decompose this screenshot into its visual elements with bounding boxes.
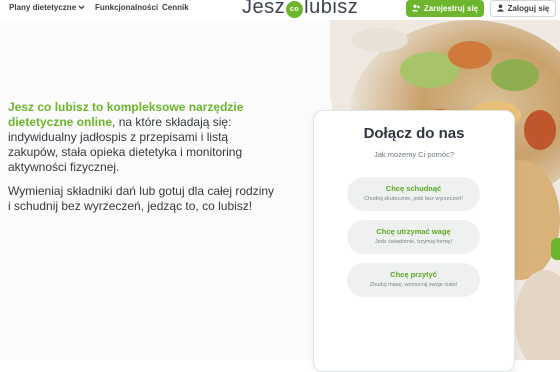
option-description: Chudnij skutecznie, jedz bez wyrzeczeń!	[364, 196, 463, 202]
nav-item-diet-plans[interactable]: Plany dietetyczne	[9, 3, 85, 12]
card-title: Dołącz do nas	[363, 125, 465, 142]
card-subtitle: Jak możemy Ci pomóc?	[373, 150, 455, 159]
option-title: Chcę utrzymać wagę	[376, 227, 451, 236]
join-card: Dołącz do nas Jak możemy Ci pomóc? Chcę …	[313, 110, 515, 372]
register-button-label: Zarejestruj się	[423, 4, 479, 13]
nav-item-features[interactable]: Funkcjonalności	[95, 3, 158, 12]
option-description: Jedz świadomie, trzymaj formę!	[374, 239, 453, 245]
nav-item-pricing[interactable]: Cennik	[162, 3, 189, 12]
option-gain-weight[interactable]: Chcę przytyć Zbuduj masę, wzmocnij swoje…	[347, 263, 480, 297]
logo-text-left: Jesz	[242, 0, 286, 18]
user-plus-icon	[412, 4, 420, 14]
hero-description: Jesz co lubisz to kompleksowe narzędzie …	[8, 100, 278, 223]
brand-logo[interactable]: Jesz co lubisz	[242, 0, 358, 18]
hero-paragraph-1: Jesz co lubisz to kompleksowe narzędzie …	[8, 100, 278, 175]
user-icon	[496, 4, 504, 14]
option-lose-weight[interactable]: Chcę schudnąć Chudnij skutecznie, jedz b…	[347, 177, 480, 211]
login-button[interactable]: Zaloguj się	[490, 0, 556, 17]
login-button-label: Zaloguj się	[507, 4, 550, 13]
top-navigation: Plany dietetyczne Funkcjonalności Cennik…	[0, 0, 560, 20]
hero-paragraph-2: Wymieniaj składniki dań lub gotuj dla ca…	[8, 184, 275, 213]
option-description: Zbuduj masę, wzmocnij swoje ciało!	[369, 282, 458, 288]
option-title: Chcę przytyć	[390, 270, 437, 279]
option-title: Chcę schudnąć	[385, 184, 442, 193]
register-button[interactable]: Zarejestruj się	[406, 0, 484, 17]
logo-text-right: lubisz	[304, 0, 359, 18]
nav-item-label: Plany dietetyczne	[9, 3, 77, 12]
logo-badge: co	[286, 1, 304, 18]
chevron-down-icon	[78, 3, 85, 12]
side-tab-handle[interactable]	[551, 238, 560, 260]
option-maintain-weight[interactable]: Chcę utrzymać wagę Jedz świadomie, trzym…	[347, 220, 480, 254]
